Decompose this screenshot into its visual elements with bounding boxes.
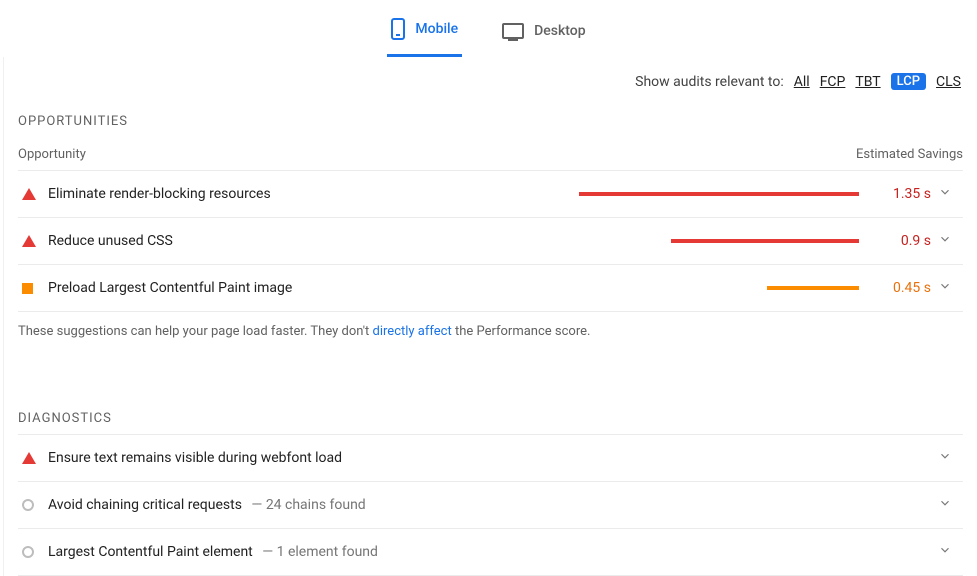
chevron-down-icon[interactable] xyxy=(931,232,959,250)
status-icon xyxy=(22,546,48,558)
opportunity-row[interactable]: Preload Largest Contentful Paint image 0.… xyxy=(18,264,963,312)
opportunities-list: Eliminate render-blocking resources 1.35 … xyxy=(18,170,963,312)
status-icon xyxy=(22,499,48,511)
triangle-red-icon xyxy=(22,235,36,247)
col-opportunity: Opportunity xyxy=(18,147,86,162)
triangle-red-icon xyxy=(22,452,36,464)
filter-label: Show audits relevant to: xyxy=(635,74,784,90)
opportunities-heading: OPPORTUNITIES xyxy=(18,98,963,137)
square-orange-icon xyxy=(22,283,33,294)
diagnostics-list: Ensure text remains visible during webfo… xyxy=(18,434,963,576)
savings-bar xyxy=(579,239,859,243)
opportunity-row[interactable]: Reduce unused CSS 0.9 s xyxy=(18,217,963,264)
footnote-post: the Performance score. xyxy=(452,324,591,339)
chevron-down-icon[interactable] xyxy=(931,543,959,561)
diagnostic-title: Avoid chaining critical requests xyxy=(48,497,242,513)
savings-value: 0.45 s xyxy=(877,280,931,296)
circle-grey-icon xyxy=(22,546,34,558)
footnote-link[interactable]: directly affect xyxy=(373,324,452,339)
status-icon xyxy=(22,188,48,200)
diagnostic-row[interactable]: Largest Contentful Paint element — 1 ele… xyxy=(18,528,963,576)
tab-mobile-label: Mobile xyxy=(415,21,458,37)
diagnostic-subtitle: — 1 element found xyxy=(259,544,378,560)
filter-cls[interactable]: CLS xyxy=(936,74,961,90)
opportunity-title: Reduce unused CSS xyxy=(48,233,173,249)
opportunities-columns: Opportunity Estimated Savings xyxy=(18,137,963,170)
device-tabs: Mobile Desktop xyxy=(0,0,977,57)
diagnostic-title: Ensure text remains visible during webfo… xyxy=(48,450,342,466)
tab-mobile[interactable]: Mobile xyxy=(387,10,462,57)
diagnostic-title: Largest Contentful Paint element xyxy=(48,544,253,560)
filter-all[interactable]: All xyxy=(794,74,810,90)
circle-grey-icon xyxy=(22,499,34,511)
col-savings: Estimated Savings xyxy=(856,147,963,162)
chevron-down-icon[interactable] xyxy=(931,279,959,297)
diagnostic-row[interactable]: Avoid chaining critical requests — 24 ch… xyxy=(18,481,963,528)
content-panel: Show audits relevant to: All FCP TBT LCP… xyxy=(3,57,977,576)
status-icon xyxy=(22,283,48,294)
mobile-icon xyxy=(391,18,405,40)
savings-value: 1.35 s xyxy=(877,186,931,202)
tab-desktop[interactable]: Desktop xyxy=(498,10,589,57)
desktop-icon xyxy=(502,23,524,39)
savings-bar xyxy=(579,192,859,196)
triangle-red-icon xyxy=(22,188,36,200)
filter-tbt[interactable]: TBT xyxy=(855,74,880,90)
chevron-down-icon[interactable] xyxy=(931,496,959,514)
status-icon xyxy=(22,235,48,247)
tab-desktop-label: Desktop xyxy=(534,23,585,39)
diagnostic-row[interactable]: Ensure text remains visible during webfo… xyxy=(18,434,963,481)
opportunity-row[interactable]: Eliminate render-blocking resources 1.35 … xyxy=(18,170,963,217)
diagnostic-subtitle: — 24 chains found xyxy=(248,497,366,513)
opportunities-footnote: These suggestions can help your page loa… xyxy=(18,312,963,367)
audit-filter-row: Show audits relevant to: All FCP TBT LCP… xyxy=(18,57,963,98)
filter-lcp[interactable]: LCP xyxy=(891,73,926,90)
chevron-down-icon[interactable] xyxy=(931,449,959,467)
filter-fcp[interactable]: FCP xyxy=(820,74,846,90)
chevron-down-icon[interactable] xyxy=(931,185,959,203)
status-icon xyxy=(22,452,48,464)
diagnostics-heading: DIAGNOSTICS xyxy=(18,395,963,434)
savings-value: 0.9 s xyxy=(877,233,931,249)
opportunity-title: Preload Largest Contentful Paint image xyxy=(48,280,292,296)
savings-bar xyxy=(579,286,859,290)
opportunity-title: Eliminate render-blocking resources xyxy=(48,186,271,202)
footnote-pre: These suggestions can help your page loa… xyxy=(18,324,373,339)
